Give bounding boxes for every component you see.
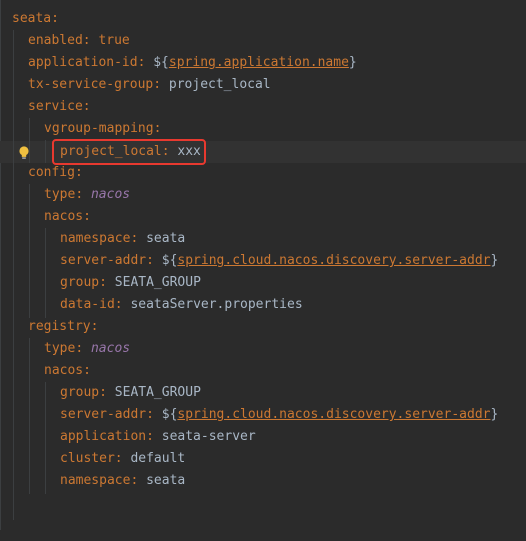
code-line[interactable]: vgroup-mapping: [44, 118, 161, 140]
yaml-separator: : [114, 451, 131, 466]
yaml-value: SEATA_GROUP [114, 275, 201, 290]
yaml-editor[interactable]: seata: enabled: true application-id: ${spr… [0, 0, 526, 541]
code-line[interactable]: group: SEATA_GROUP [60, 272, 201, 294]
yaml-key: namespace [60, 473, 131, 488]
yaml-key: registry [28, 319, 91, 334]
yaml-key: application-id [28, 55, 138, 70]
indent-guide [45, 228, 46, 318]
yaml-separator: : [75, 341, 91, 356]
yaml-separator: : [82, 99, 91, 114]
code-line[interactable]: registry: [28, 316, 98, 338]
yaml-separator: : [51, 11, 59, 26]
yaml-separator: : [130, 231, 147, 246]
placeholder-open: ${ [153, 55, 169, 70]
yaml-key: nacos [44, 363, 84, 378]
indent-guide [13, 30, 14, 520]
code-line[interactable]: type: nacos [44, 184, 130, 206]
code-line[interactable]: cluster: default [60, 448, 185, 470]
code-line[interactable]: nacos: [44, 206, 91, 228]
code-line[interactable]: seata: [12, 8, 59, 30]
code-line[interactable]: group: SEATA_GROUP [60, 382, 201, 404]
yaml-separator: : [137, 55, 154, 70]
indent-guide [45, 140, 46, 163]
yaml-key: server-addr [60, 407, 147, 422]
yaml-value: nacos [90, 187, 131, 202]
placeholder-close: } [490, 407, 499, 422]
property-reference-link[interactable]: spring.cloud.nacos.discovery.server-addr [177, 407, 490, 422]
yaml-key: tx-service-group [28, 77, 154, 92]
yaml-key: cluster [60, 451, 115, 466]
yaml-separator: : [146, 253, 162, 268]
yaml-key: namespace [60, 231, 131, 246]
yaml-key: vgroup-mapping [44, 121, 154, 136]
yaml-key: seata [12, 11, 52, 26]
code-line[interactable]: data-id: seataServer.properties [60, 294, 303, 316]
yaml-value: seata [146, 231, 186, 246]
code-line[interactable]: type: nacos [44, 338, 130, 360]
yaml-separator: : [99, 275, 115, 290]
yaml-value: project_local [168, 77, 271, 92]
placeholder-close: } [490, 253, 499, 268]
yaml-separator: : [114, 297, 131, 312]
gutter-border [0, 0, 1, 541]
yaml-key: service [28, 99, 83, 114]
yaml-value: seata [146, 473, 186, 488]
placeholder-close: } [348, 55, 357, 70]
lightbulb-icon[interactable] [18, 146, 30, 160]
indent-guide [29, 184, 30, 318]
yaml-key: config [28, 165, 75, 180]
yaml-value: SEATA_GROUP [114, 385, 201, 400]
yaml-value: seata-server [161, 429, 256, 444]
indent-guide [45, 382, 46, 494]
code-line[interactable]: service: [28, 96, 91, 118]
yaml-key: group [60, 275, 100, 290]
yaml-separator: : [153, 77, 169, 92]
yaml-key: type [44, 187, 76, 202]
yaml-separator: : [146, 429, 162, 444]
code-line[interactable]: config: [28, 162, 83, 184]
yaml-key: group [60, 385, 100, 400]
yaml-key: data-id [60, 297, 115, 312]
annotation-highlight-box [52, 139, 206, 165]
property-reference-link[interactable]: spring.application.name [169, 55, 349, 70]
code-line[interactable]: application-id: ${spring.application.nam… [28, 52, 357, 74]
yaml-separator: : [83, 209, 91, 224]
yaml-key: nacos [44, 209, 84, 224]
yaml-value: nacos [90, 341, 131, 356]
yaml-value: seataServer.properties [130, 297, 303, 312]
code-line[interactable]: enabled: true [28, 30, 130, 52]
yaml-value: true [98, 33, 130, 48]
placeholder-open: ${ [161, 253, 178, 268]
yaml-separator: : [75, 187, 91, 202]
code-line[interactable]: tx-service-group: project_local [28, 74, 271, 96]
code-line[interactable]: server-addr: ${spring.cloud.nacos.discov… [60, 404, 498, 426]
yaml-key: server-addr [60, 253, 147, 268]
yaml-separator: : [90, 319, 99, 334]
yaml-separator: : [153, 121, 162, 136]
yaml-separator: : [99, 385, 115, 400]
code-line[interactable]: namespace: seata [60, 470, 185, 492]
yaml-separator: : [83, 363, 91, 378]
yaml-separator: : [146, 407, 162, 422]
property-reference-link[interactable]: spring.cloud.nacos.discovery.server-addr [177, 253, 490, 268]
indent-guide [29, 338, 30, 494]
code-line[interactable]: nacos: [44, 360, 91, 382]
editor-bottom-edge [0, 530, 526, 541]
yaml-separator: : [74, 165, 83, 180]
yaml-separator: : [130, 473, 147, 488]
yaml-separator: : [82, 33, 99, 48]
yaml-key: enabled [28, 33, 83, 48]
yaml-value: default [130, 451, 186, 466]
yaml-key: type [44, 341, 76, 356]
yaml-key: application [60, 429, 147, 444]
code-line[interactable]: application: seata-server [60, 426, 256, 448]
placeholder-open: ${ [161, 407, 178, 422]
code-line[interactable]: server-addr: ${spring.cloud.nacos.discov… [60, 250, 498, 272]
code-line[interactable]: namespace: seata [60, 228, 185, 250]
